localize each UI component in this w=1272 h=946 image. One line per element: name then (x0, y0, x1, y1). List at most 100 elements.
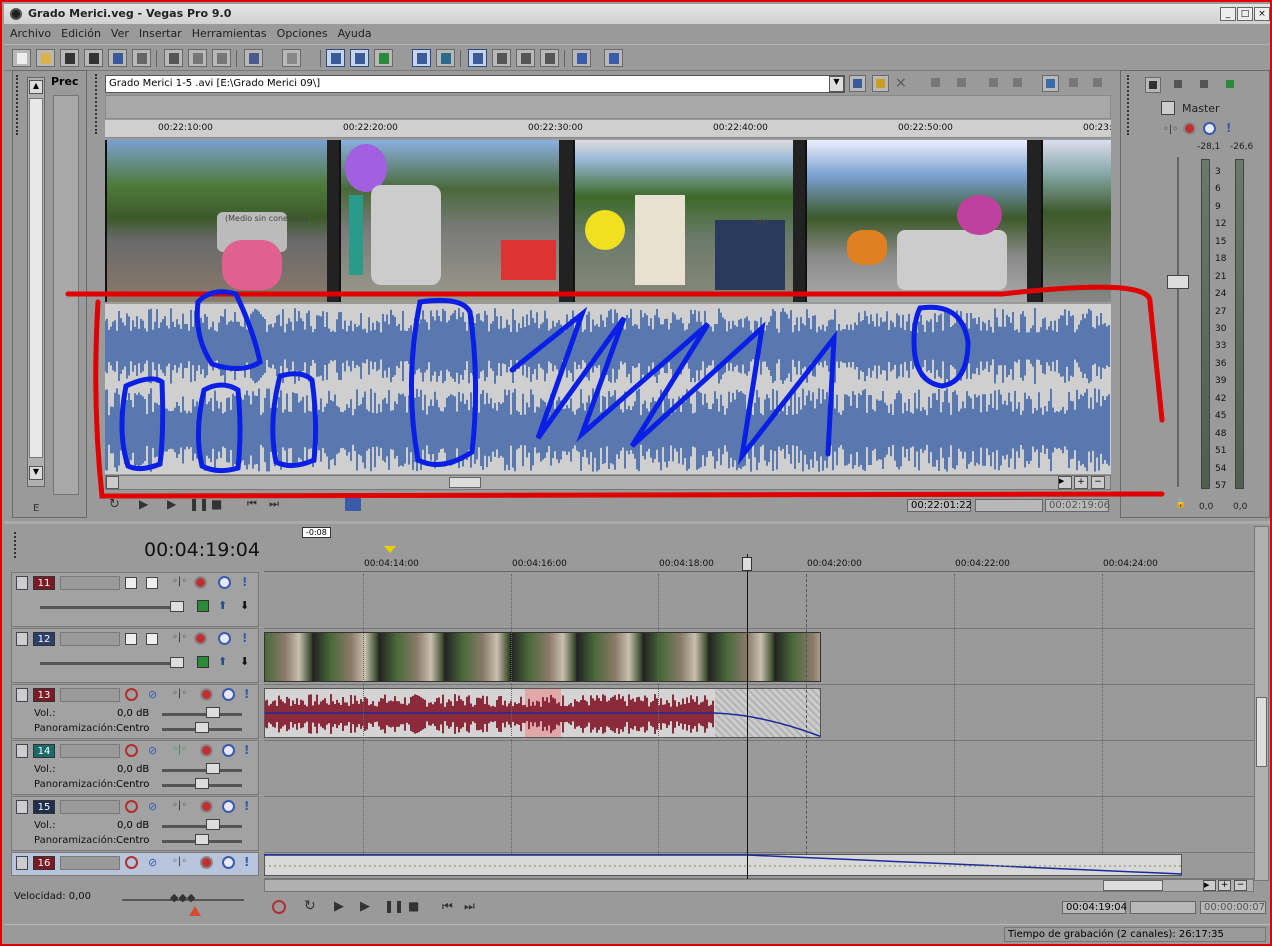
track-lane-12[interactable] (264, 630, 1254, 685)
track-fx-gear-icon[interactable] (200, 856, 213, 869)
trimmer-properties-icon[interactable] (849, 75, 866, 92)
go-to-end-icon[interactable]: ⏭ (269, 497, 279, 511)
save-as-icon[interactable] (84, 49, 103, 67)
parent-composite-icon[interactable] (197, 656, 209, 668)
clip-path-field[interactable]: Grado Merici 1-5 .avi [E:\Grado Merici 0… (105, 75, 845, 93)
routing-icon[interactable]: ◦|◦ (172, 688, 187, 699)
track-lane-15[interactable] (264, 798, 1254, 853)
timeline-vertical-scrollbar[interactable] (1254, 526, 1269, 881)
routing-icon[interactable]: ◦|◦ (172, 856, 187, 867)
save-icon[interactable] (60, 49, 79, 67)
loop-icon[interactable]: ↻ (109, 497, 120, 512)
track-fx-gear-icon[interactable] (200, 744, 213, 757)
composite-level-slider[interactable] (40, 606, 180, 609)
track-expand-icon[interactable] (16, 688, 28, 702)
master-mute-icon[interactable] (1203, 122, 1216, 135)
arm-record-icon[interactable] (125, 856, 138, 869)
menu-ver[interactable]: Ver (105, 24, 133, 40)
track-name-field[interactable] (60, 632, 120, 646)
track-expand-icon[interactable] (16, 632, 28, 646)
add-after-icon[interactable] (1010, 75, 1027, 92)
solo-icon[interactable]: ! (244, 855, 249, 869)
master-volume-fader[interactable] (1167, 275, 1189, 289)
redo-icon[interactable] (282, 49, 301, 67)
track-lane-14[interactable] (264, 742, 1254, 797)
save-trimmer-icon[interactable] (928, 75, 945, 92)
routing-icon[interactable]: ◦|◦ (172, 800, 187, 811)
play-from-start-icon[interactable]: ▶ (139, 497, 148, 511)
solo-icon[interactable]: ! (242, 575, 247, 589)
stop-icon[interactable]: ■ (408, 899, 419, 913)
track-name-field[interactable] (60, 744, 120, 758)
lock-envelopes-icon[interactable] (412, 49, 431, 67)
play-from-start-icon[interactable]: ▶ (334, 899, 344, 914)
solo-icon[interactable]: ! (244, 799, 249, 813)
menu-edicion[interactable]: Edición (55, 24, 105, 40)
go-to-end-icon[interactable]: ⏭ (464, 899, 475, 914)
track-expand-icon[interactable] (16, 744, 28, 758)
compositing-mode-icon[interactable] (146, 633, 158, 645)
menu-insertar[interactable]: Insertar (133, 24, 186, 40)
invert-phase-icon[interactable]: ⊘ (148, 744, 157, 757)
routing-icon[interactable]: ◦|◦ (172, 744, 187, 755)
arm-record-icon[interactable] (125, 800, 138, 813)
undo-icon[interactable] (244, 49, 263, 67)
auto-ripple-icon[interactable] (374, 49, 393, 67)
invert-phase-icon[interactable]: ⊘ (148, 856, 157, 869)
track-header-13[interactable]: 13 ⊘ ◦|◦! Vol.: 0,0 dB Panoramización: Centro (11, 684, 259, 739)
pause-icon[interactable]: ❚❚ (189, 497, 209, 511)
track-lane-13[interactable] (264, 686, 1254, 741)
menu-ayuda[interactable]: Ayuda (332, 24, 376, 40)
play-icon[interactable]: ▶ (360, 899, 370, 914)
track-name-field[interactable] (60, 856, 120, 870)
snapping-icon[interactable] (326, 49, 345, 67)
track-header-16[interactable]: 16 ⊘ ◦|◦! (11, 852, 259, 876)
playhead-handle[interactable] (742, 557, 752, 571)
pause-icon[interactable]: ❚❚ (384, 899, 404, 913)
track-fx-gear-icon[interactable] (194, 576, 207, 589)
menu-herramientas[interactable]: Herramientas (186, 24, 271, 40)
zoom-tool-icon[interactable] (540, 49, 559, 67)
menu-list-icon[interactable] (1090, 75, 1107, 92)
selection-tool-icon[interactable] (516, 49, 535, 67)
loop-region-marker-icon[interactable] (384, 546, 396, 553)
add-to-timeline-icon[interactable] (345, 497, 361, 511)
dim-output-icon[interactable] (1197, 77, 1213, 93)
track-motion-icon[interactable] (125, 633, 137, 645)
mute-icon[interactable] (222, 744, 235, 757)
track-motion-icon[interactable] (125, 577, 137, 589)
track-lane-16[interactable] (264, 854, 1254, 879)
invert-phase-icon[interactable]: ⊘ (148, 800, 157, 813)
routing-icon[interactable]: ◦|◦ (172, 632, 187, 643)
routing-icon[interactable]: ◦|◦ (172, 576, 187, 587)
zoom-in-icon[interactable]: + (1074, 476, 1088, 489)
close-button[interactable]: × (1254, 7, 1270, 21)
open-folder-icon[interactable] (36, 49, 55, 67)
track-header-12[interactable]: 12 ◦|◦! ⬆ ⬇ (11, 628, 259, 683)
volume-slider[interactable] (162, 769, 242, 772)
track-expand-icon[interactable] (16, 856, 28, 870)
downmix-icon[interactable] (1171, 77, 1187, 93)
mute-icon[interactable] (222, 688, 235, 701)
minimize-button[interactable]: _ (1220, 7, 1236, 21)
whats-this-help-icon[interactable] (604, 49, 623, 67)
add-before-icon[interactable] (986, 75, 1003, 92)
zoom-out-icon[interactable]: − (1091, 476, 1105, 489)
solo-icon[interactable]: ! (244, 743, 249, 757)
track-header-14[interactable]: 14 ⊘ ◦|◦! Vol.: 0,0 dB Panoramización: Centro (11, 740, 259, 795)
parent-composite-icon[interactable] (197, 600, 209, 612)
render-as-icon[interactable] (108, 49, 127, 67)
mute-icon[interactable] (222, 800, 235, 813)
menu-archivo[interactable]: Archivo (4, 24, 55, 40)
lightning-icon[interactable] (872, 75, 889, 92)
loop-playback-icon[interactable]: ↻ (304, 898, 316, 914)
arm-record-icon[interactable] (125, 744, 138, 757)
track-name-field[interactable] (60, 800, 120, 814)
composite-level-slider[interactable] (40, 662, 180, 665)
speed-slider-knob-icon[interactable]: ◆◆◆ (170, 891, 195, 904)
ignore-grouping-icon[interactable] (436, 49, 455, 67)
trimmer-horizontal-scrollbar[interactable]: ▶ + − (105, 475, 1111, 490)
mute-icon[interactable] (218, 632, 231, 645)
timeline-zoom-in-icon[interactable]: + (1218, 880, 1231, 891)
mute-icon[interactable] (218, 576, 231, 589)
